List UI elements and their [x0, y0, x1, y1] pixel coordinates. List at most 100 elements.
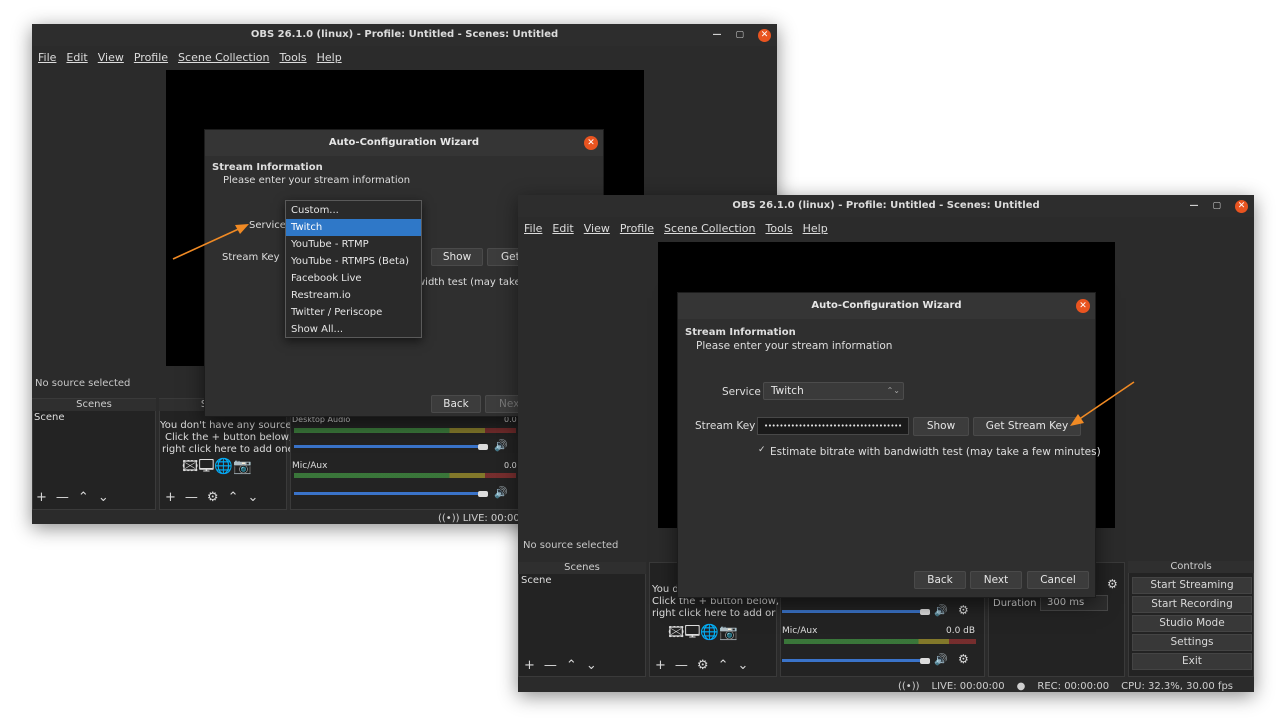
menu-profile[interactable]: Profile — [620, 222, 654, 235]
front-streamkey-input[interactable]: •••••••••••••••••••••••••••••••••••• — [757, 417, 909, 435]
back-sources-hint-3: right click here to add one — [162, 444, 294, 455]
settings-button[interactable]: Settings — [1132, 634, 1252, 651]
remove-icon[interactable]: — — [185, 490, 198, 505]
add-icon[interactable]: + — [165, 490, 176, 505]
start-recording-button[interactable]: Start Recording — [1132, 596, 1252, 613]
menu-profile[interactable]: Profile — [134, 51, 168, 64]
front-back-button[interactable]: Back — [914, 571, 966, 589]
front-mic-volume-slider[interactable] — [782, 659, 927, 662]
back-no-source-label: No source selected — [35, 378, 131, 389]
menu-tools[interactable]: Tools — [280, 51, 307, 64]
front-estimate-label: Estimate bitrate with bandwidth test (ma… — [770, 446, 1101, 458]
menu-help[interactable]: Help — [317, 51, 342, 64]
back-desktop-volume-knob[interactable] — [478, 444, 488, 450]
back-mic-volume-knob[interactable] — [478, 491, 488, 497]
back-window-title: OBS 26.1.0 (linux) - Profile: Untitled -… — [250, 29, 559, 40]
add-icon[interactable]: + — [524, 658, 535, 673]
maximize-icon[interactable]: ▢ — [735, 24, 744, 46]
add-icon[interactable]: + — [655, 658, 666, 673]
back-scene-item[interactable]: Scene — [34, 412, 65, 423]
front-menubar: File Edit View Profile Scene Collection … — [518, 217, 1254, 239]
speaker-icon[interactable]: 🔊 — [494, 486, 508, 499]
move-up-icon[interactable]: ⌃ — [566, 658, 577, 673]
front-wizard-heading: Stream Information — [685, 327, 796, 338]
add-icon[interactable]: + — [36, 490, 47, 505]
gear-icon[interactable]: ⚙ — [697, 658, 709, 673]
speaker-icon[interactable]: 🔊 — [494, 439, 508, 452]
service-option-twitter-periscope[interactable]: Twitter / Periscope — [286, 304, 421, 321]
speaker-icon[interactable]: 🔊 — [934, 604, 948, 617]
move-down-icon[interactable]: ⌄ — [737, 658, 748, 673]
back-wizard-title: Auto-Configuration Wizard — [205, 130, 603, 156]
front-scene-item[interactable]: Scene — [521, 575, 552, 586]
minimize-icon[interactable]: — — [712, 24, 721, 46]
back-source-toolbar: + — ⚙ ⌃ ⌄ — [165, 490, 258, 505]
menu-file[interactable]: File — [38, 51, 56, 64]
close-icon[interactable]: ✕ — [1235, 199, 1248, 213]
move-up-icon[interactable]: ⌃ — [78, 490, 89, 505]
remove-icon[interactable]: — — [544, 658, 557, 673]
front-service-combo[interactable]: Twitch ⌃⌄ — [763, 382, 904, 400]
service-option-twitch[interactable]: Twitch — [286, 219, 421, 236]
remove-icon[interactable]: — — [675, 658, 688, 673]
back-mixer-mic-db: 0.0 — [504, 461, 517, 470]
back-show-button[interactable]: Show — [431, 248, 483, 266]
back-desktop-volume-slider[interactable] — [294, 445, 484, 448]
start-streaming-button[interactable]: Start Streaming — [1132, 577, 1252, 594]
close-icon[interactable]: ✕ — [584, 136, 598, 150]
menu-tools[interactable]: Tools — [766, 222, 793, 235]
back-mic-volume-slider[interactable] — [294, 492, 484, 495]
service-option-restream[interactable]: Restream.io — [286, 287, 421, 304]
front-no-source-label: No source selected — [523, 540, 619, 551]
minimize-icon[interactable]: — — [1189, 195, 1198, 217]
service-option-custom[interactable]: Custom... — [286, 202, 421, 219]
service-option-youtube-rtmp[interactable]: YouTube - RTMP — [286, 236, 421, 253]
back-sources-hint-2: Click the + button below, — [165, 432, 293, 443]
record-dot-icon: ● — [1016, 681, 1026, 692]
maximize-icon[interactable]: ▢ — [1212, 195, 1221, 217]
front-estimate-checkbox[interactable]: ✓ — [758, 445, 766, 455]
exit-button[interactable]: Exit — [1132, 653, 1252, 670]
close-icon[interactable]: ✕ — [758, 28, 771, 42]
gear-icon[interactable]: ⚙ — [207, 490, 219, 505]
back-mixer-mic-label: Mic/Aux — [292, 461, 328, 471]
gear-icon[interactable]: ⚙ — [1107, 577, 1118, 591]
move-up-icon[interactable]: ⌃ — [228, 490, 239, 505]
speaker-icon[interactable]: 🔊 — [934, 653, 948, 666]
menu-view[interactable]: View — [584, 222, 610, 235]
source-type-icons: 🖾🖵🌐📷 — [182, 457, 252, 475]
front-status-live: LIVE: 00:00:00 — [931, 681, 1005, 692]
gear-icon[interactable]: ⚙ — [958, 652, 969, 666]
front-desktop-volume-knob[interactable] — [920, 609, 930, 615]
front-show-button[interactable]: Show — [913, 417, 969, 436]
service-option-youtube-rtmps[interactable]: YouTube - RTMPS (Beta) — [286, 253, 421, 270]
front-mic-meter — [784, 639, 976, 644]
front-desktop-volume-slider[interactable] — [782, 610, 927, 613]
menu-edit[interactable]: Edit — [66, 51, 87, 64]
menu-file[interactable]: File — [524, 222, 542, 235]
front-cancel-button[interactable]: Cancel — [1027, 571, 1089, 589]
menu-edit[interactable]: Edit — [552, 222, 573, 235]
move-down-icon[interactable]: ⌄ — [98, 490, 109, 505]
move-down-icon[interactable]: ⌄ — [247, 490, 258, 505]
front-scene-toolbar: + — ⌃ ⌄ — [524, 658, 597, 673]
front-streamkey-label: Stream Key — [695, 420, 756, 432]
move-up-icon[interactable]: ⌃ — [718, 658, 729, 673]
close-icon[interactable]: ✕ — [1076, 299, 1090, 313]
back-desktop-meter — [294, 428, 516, 433]
menu-scene-collection[interactable]: Scene Collection — [664, 222, 755, 235]
menu-view[interactable]: View — [98, 51, 124, 64]
gear-icon[interactable]: ⚙ — [958, 603, 969, 617]
studio-mode-button[interactable]: Studio Mode — [1132, 615, 1252, 632]
back-back-button[interactable]: Back — [431, 395, 481, 413]
remove-icon[interactable]: — — [56, 490, 69, 505]
menu-scene-collection[interactable]: Scene Collection — [178, 51, 269, 64]
menu-help[interactable]: Help — [803, 222, 828, 235]
service-option-facebook-live[interactable]: Facebook Live — [286, 270, 421, 287]
front-status-bar: ((•)) LIVE: 00:00:00 ● REC: 00:00:00 CPU… — [898, 681, 1233, 692]
front-next-button[interactable]: Next — [970, 571, 1022, 589]
service-option-show-all[interactable]: Show All... — [286, 321, 421, 338]
move-down-icon[interactable]: ⌄ — [586, 658, 597, 673]
front-mic-volume-knob[interactable] — [920, 658, 930, 664]
front-scenes-header: Scenes — [518, 562, 646, 574]
